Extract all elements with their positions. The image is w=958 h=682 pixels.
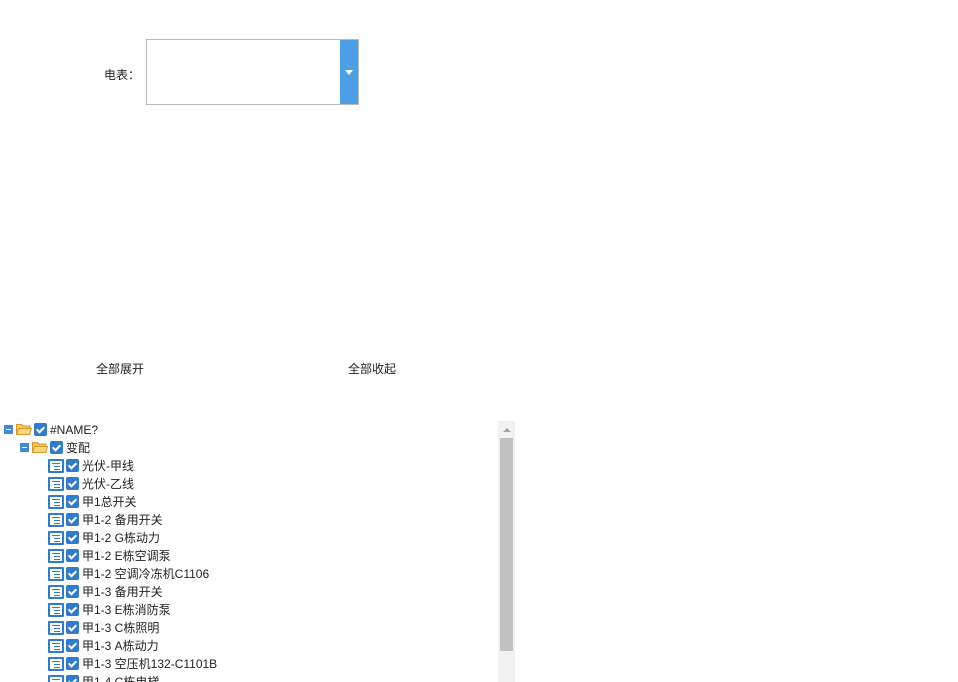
scroll-thumb[interactable] (500, 438, 513, 651)
document-list-icon (48, 657, 64, 671)
caret-up-icon (502, 427, 511, 432)
checkbox-checked-icon[interactable] (66, 513, 79, 526)
meter-select[interactable] (146, 39, 359, 105)
meter-label: 电表： (104, 68, 141, 82)
collapse-toggle-icon[interactable] (4, 425, 13, 434)
collapse-toggle-icon[interactable] (20, 443, 29, 452)
tree-leaf-node[interactable]: 甲1-3 C栋照明 (0, 619, 498, 637)
document-list-icon (48, 549, 64, 563)
document-list-icon (48, 585, 64, 599)
tree-node-root[interactable]: #NAME? (0, 421, 498, 439)
document-list-icon (48, 639, 64, 653)
tree-leaf-node[interactable]: 甲1-3 空压机132-C1101B (0, 655, 498, 673)
tree-leaf-label: 甲1-3 C栋照明 (82, 621, 160, 635)
tree-leaf-label: 甲1-4 C栋电梯 (82, 675, 160, 682)
tree-node-label: 变配 (66, 441, 91, 455)
tree-leaf-node[interactable]: 甲1-2 空调冷冻机C1106 (0, 565, 498, 583)
tree-leaf-node[interactable]: 甲1-2 E栋空调泵 (0, 547, 498, 565)
document-list-icon (48, 675, 64, 682)
document-list-icon (48, 459, 64, 473)
document-list-icon (48, 495, 64, 509)
tree-leaf-label: 甲1-2 E栋空调泵 (82, 549, 171, 563)
caret-down-icon (345, 69, 353, 75)
checkbox-checked-icon[interactable] (66, 585, 79, 598)
tree-leaf-label: 甲1-2 G栋动力 (82, 531, 161, 545)
tree-leaf-node[interactable]: 甲1-3 备用开关 (0, 583, 498, 601)
tree-list: #NAME? 变配 光伏-甲线光伏-乙线甲1总开关甲1-2 备用开关 甲1-2 G… (0, 421, 498, 682)
tree-leaf-label: 光伏-乙线 (82, 477, 134, 491)
document-list-icon (48, 513, 64, 527)
tree-leaf-node[interactable]: 甲1-2 备用开关 (0, 511, 498, 529)
document-list-icon (48, 603, 64, 617)
checkbox-checked-icon[interactable] (66, 495, 79, 508)
tree-node-label: #NAME? (50, 423, 99, 437)
tree-leaf-node[interactable]: 甲1-3 E栋消防泵 (0, 601, 498, 619)
checkbox-checked-icon[interactable] (66, 657, 79, 670)
select-dropdown-button[interactable] (340, 40, 358, 104)
tree-scrollbar[interactable] (498, 421, 515, 682)
tree-leaf-label: 甲1-3 A栋动力 (82, 639, 159, 653)
checkbox-checked-icon[interactable] (66, 639, 79, 652)
tree-node-group[interactable]: 变配 (0, 439, 498, 457)
tree-leaf-label: 光伏-甲线 (82, 459, 134, 473)
tree-leaf-node[interactable]: 光伏-乙线 (0, 475, 498, 493)
tree-leaf-node[interactable]: 甲1总开关 (0, 493, 498, 511)
tree-leaf-label: 甲1-3 备用开关 (82, 585, 163, 599)
checkbox-checked-icon[interactable] (66, 621, 79, 634)
checkbox-checked-icon[interactable] (66, 531, 79, 544)
expand-all-link[interactable]: 全部展开 (96, 360, 144, 377)
collapse-all-link[interactable]: 全部收起 (348, 360, 396, 377)
scroll-up-button[interactable] (498, 421, 515, 438)
tree-leaf-node[interactable]: 甲1-2 G栋动力 (0, 529, 498, 547)
open-folder-icon (32, 442, 48, 453)
checkbox-checked-icon[interactable] (66, 477, 79, 490)
checkbox-checked-icon[interactable] (66, 603, 79, 616)
document-list-icon (48, 621, 64, 635)
checkbox-checked-icon[interactable] (66, 675, 79, 682)
tree-leaf-label: 甲1-3 E栋消防泵 (82, 603, 171, 617)
document-list-icon (48, 531, 64, 545)
document-list-icon (48, 477, 64, 491)
tree-leaf-label: 甲1总开关 (82, 495, 137, 509)
tree-leaf-label: 甲1-3 空压机132-C1101B (82, 657, 218, 671)
tree-leaf-node[interactable]: 甲1-4 C栋电梯 (0, 673, 498, 682)
checkbox-checked-icon[interactable] (50, 441, 63, 454)
checkbox-checked-icon[interactable] (66, 567, 79, 580)
tree-leaf-label: 甲1-2 备用开关 (82, 513, 163, 527)
tree-leaf-label: 甲1-2 空调冷冻机C1106 (82, 567, 210, 581)
tree-leaf-node[interactable]: 甲1-3 A栋动力 (0, 637, 498, 655)
tree-leaf-node[interactable]: 光伏-甲线 (0, 457, 498, 475)
checkbox-checked-icon[interactable] (34, 423, 47, 436)
checkbox-checked-icon[interactable] (66, 549, 79, 562)
device-tree: #NAME? 变配 光伏-甲线光伏-乙线甲1总开关甲1-2 备用开关 甲1-2 G… (0, 421, 515, 682)
document-list-icon (48, 567, 64, 581)
open-folder-icon (16, 424, 32, 435)
checkbox-checked-icon[interactable] (66, 459, 79, 472)
